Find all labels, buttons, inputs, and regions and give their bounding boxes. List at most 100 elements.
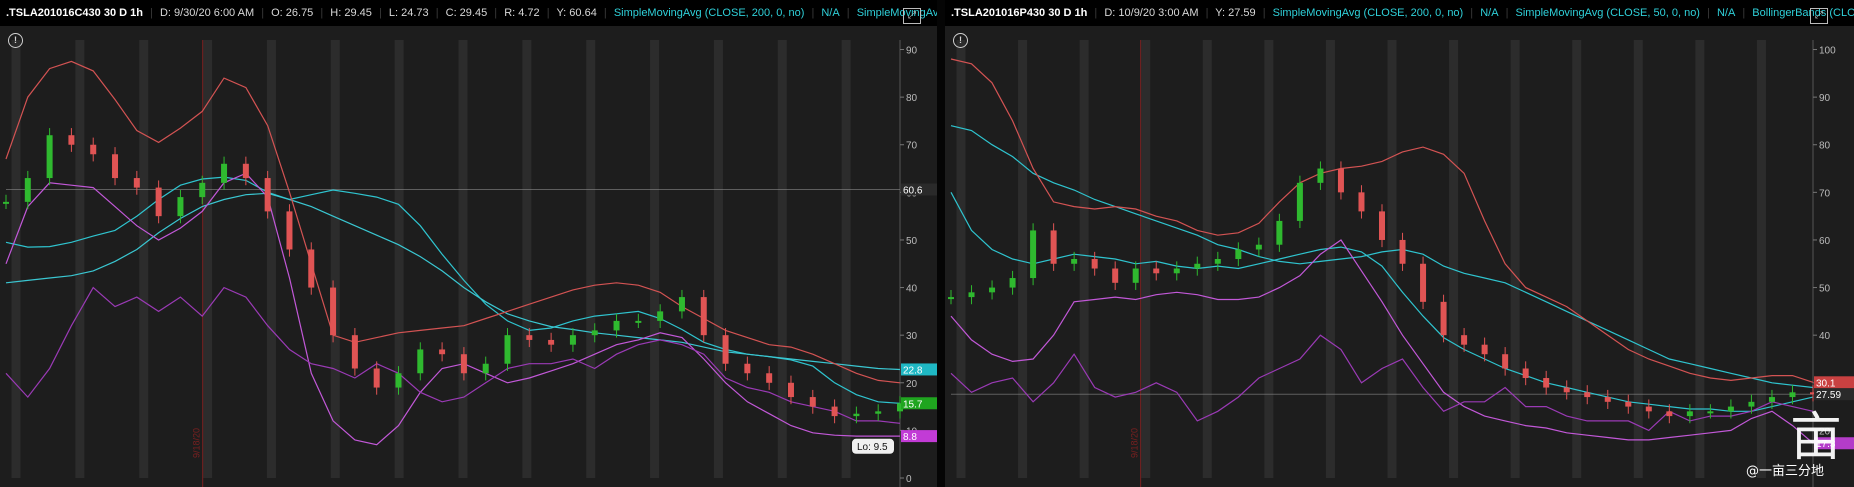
put-study-sma50[interactable]: SimpleMovingAvg (CLOSE, 50, 0, no)	[1516, 7, 1700, 19]
candle-body	[526, 335, 533, 340]
candle-body	[1194, 263, 1201, 269]
candle-body	[1153, 268, 1160, 274]
candle-body	[1071, 259, 1078, 264]
put-symbol: .TSLA201016P430 30 D 1h	[951, 7, 1088, 19]
candle-body	[112, 154, 119, 179]
price-tag-label: 15.7	[903, 399, 923, 410]
candle-body	[1584, 392, 1591, 398]
put-chart-canvas: 9/18/20203040506070809010030.127.5917.3	[948, 40, 1854, 487]
candle-body	[635, 320, 642, 323]
candle-body	[46, 135, 53, 179]
candle-body	[90, 144, 97, 155]
candle-body	[155, 187, 162, 217]
put-study-sma200[interactable]: SimpleMovingAvg (CLOSE, 200, 0, no)	[1273, 7, 1464, 19]
candle-body	[591, 330, 598, 336]
y-tick-label: 80	[906, 93, 918, 104]
put-field-y: Y: 27.59	[1215, 7, 1256, 19]
candle-body	[1748, 401, 1755, 407]
call-field-range: R: 4.72	[504, 7, 540, 19]
candle-body	[1112, 268, 1119, 283]
candle-body	[68, 135, 75, 145]
candle-body	[1276, 220, 1283, 245]
candle-body	[199, 182, 206, 198]
info-icon[interactable]: !	[8, 33, 23, 48]
info-icon[interactable]: !	[953, 33, 968, 48]
put-chart-header: .TSLA201016P430 30 D 1h | D: 10/9/20 3:0…	[945, 0, 1854, 26]
y-tick-label: 30	[906, 331, 918, 342]
candle-body	[657, 311, 664, 321]
call-field-close: C: 29.45	[445, 7, 488, 19]
y-tick-label: 20	[906, 379, 918, 390]
chart-panel-call: 9/18/20010203040506070809060.622.815.78.…	[0, 0, 937, 487]
date-marker-label: 9/18/20	[1130, 428, 1140, 458]
call-study-sma[interactable]: SimpleMovingAvg ...	[857, 7, 937, 19]
candle-body	[1522, 368, 1529, 379]
candle-body	[3, 201, 9, 204]
candle-body	[24, 178, 31, 202]
y-tick-label: 90	[1819, 93, 1831, 104]
call-field-open: O: 26.75	[271, 7, 314, 19]
y-tick-label: 50	[906, 236, 918, 247]
candle-body	[1440, 301, 1447, 336]
candle-body	[504, 335, 511, 364]
candle-body	[1727, 406, 1734, 412]
call-field-date: D: 9/30/20 6:00 AM	[159, 7, 255, 19]
candle-body	[460, 354, 467, 374]
call-field-high: H: 29.45	[330, 7, 372, 19]
call-symbol: .TSLA201016C430 30 D 1h	[6, 7, 143, 19]
candle-body	[1255, 244, 1262, 250]
call-study-sma200[interactable]: SimpleMovingAvg (CLOSE, 200, 0, no)	[614, 7, 805, 19]
candle-body	[1625, 401, 1632, 407]
candle-body	[700, 297, 707, 336]
price-tag-label: 22.8	[903, 365, 923, 376]
price-tag-label: 8.8	[903, 432, 917, 443]
call-study-na: N/A	[821, 7, 840, 19]
put-study-na-2: N/A	[1716, 7, 1736, 19]
y-tick-label: 70	[906, 141, 918, 152]
candle-body	[1235, 249, 1242, 259]
candle-body	[264, 178, 271, 212]
candle-body	[133, 178, 140, 188]
candle-body	[569, 335, 576, 345]
date-marker-label: 9/18/20	[192, 428, 202, 458]
call-field-low: L: 24.73	[388, 7, 429, 19]
candle-body	[308, 249, 315, 288]
candle-body	[1604, 397, 1611, 402]
price-tag-label: 60.6	[903, 185, 923, 196]
low-callout-label: Lo: 9.5	[857, 442, 888, 453]
y-tick-label: 100	[1819, 46, 1836, 57]
y-tick-label: 90	[906, 46, 918, 57]
candle-body	[1009, 278, 1016, 288]
candle-body	[809, 397, 816, 407]
call-field-y: Y: 60.64	[556, 7, 597, 19]
candle-body	[482, 363, 489, 374]
candle-body	[968, 292, 975, 298]
candle-body	[1358, 192, 1365, 212]
candle-body	[1420, 263, 1427, 302]
candle-body	[1543, 378, 1550, 388]
candle-body	[875, 411, 882, 414]
call-chart-header: .TSLA201016C430 30 D 1h | D: 9/30/20 6:0…	[0, 0, 937, 26]
panel-divider[interactable]	[937, 0, 945, 487]
candle-body	[330, 287, 337, 336]
expand-icon[interactable]: ⤢	[903, 8, 921, 24]
candle-body	[722, 335, 729, 364]
y-tick-label: 70	[1819, 188, 1831, 199]
expand-icon[interactable]: ⤢	[1810, 8, 1828, 24]
candle-body	[1337, 168, 1344, 193]
candle-body	[1030, 230, 1037, 279]
candle-body	[744, 363, 751, 374]
put-study-bollinger[interactable]: BollingerBands (CLOSE,...	[1752, 7, 1854, 19]
candle-body	[831, 406, 838, 417]
candle-body	[853, 413, 860, 417]
candle-body	[221, 163, 228, 183]
watermark-logo: 亩	[1790, 408, 1843, 468]
y-tick-label: 0	[906, 474, 912, 485]
candle-body	[1481, 344, 1488, 355]
watermark-text: @一亩三分地	[1746, 464, 1825, 479]
candle-body	[1091, 259, 1098, 269]
candle-body	[1461, 335, 1468, 345]
candle-body	[417, 349, 424, 374]
candle-body	[351, 335, 358, 369]
y-tick-label: 80	[1819, 141, 1831, 152]
